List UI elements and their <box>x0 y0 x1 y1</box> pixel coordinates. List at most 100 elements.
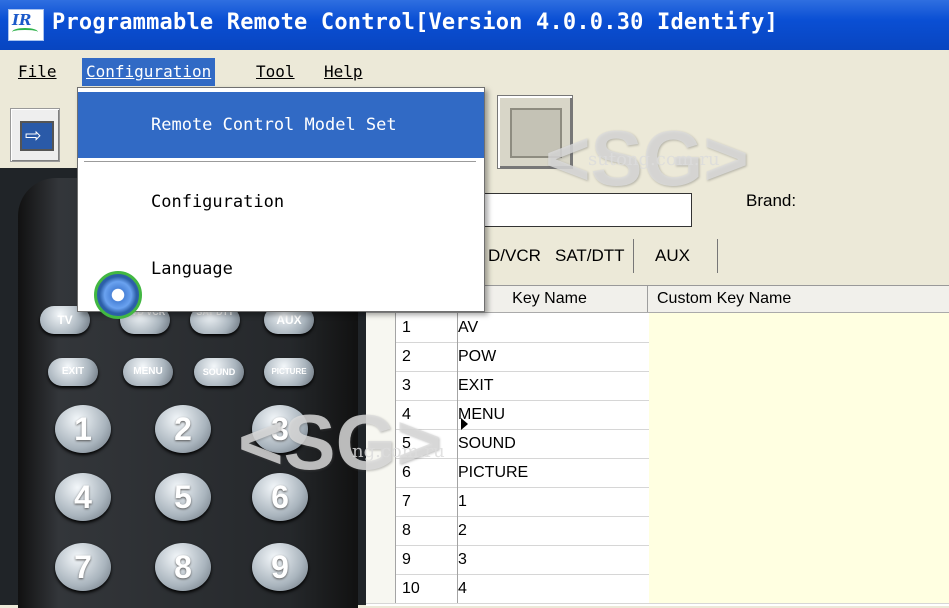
menu-help-label: Help <box>324 62 363 81</box>
key-name-cell: POW <box>452 342 654 371</box>
remote-digit-2-label: 2 <box>174 411 192 447</box>
remote-digit-7: 7 <box>55 543 111 591</box>
row-number: 9 <box>396 545 458 574</box>
custom-key-name-cell[interactable] <box>649 313 949 342</box>
table-row[interactable]: 93 <box>366 545 949 575</box>
table-row[interactable]: 4 MENU <box>366 400 949 430</box>
menu-item-remote-control-model-set[interactable]: Remote Control Model Set <box>78 92 484 158</box>
remote-exit-label: EXIT <box>61 366 85 377</box>
model-input[interactable] <box>470 193 692 227</box>
row-number: 3 <box>396 371 458 400</box>
menu-item-label: Remote Control Model Set <box>151 115 397 135</box>
row-number: 10 <box>396 574 458 603</box>
key-name-cell: AV <box>452 313 654 342</box>
ir-icon-text: IR <box>12 11 32 29</box>
menu-item-language[interactable]: Language <box>78 243 484 430</box>
remote-sound-label: SOUND <box>202 367 236 377</box>
custom-key-name-cell[interactable] <box>649 429 949 458</box>
remote-picture-label: PICTURE <box>271 367 307 376</box>
transfer-icon <box>20 121 54 151</box>
remote-sound-button: SOUND <box>194 358 244 386</box>
watermark-domain: sutong.com.ru <box>588 149 720 170</box>
table-row[interactable]: 2 POW <box>366 342 949 372</box>
remote-digit-1-label: 1 <box>74 411 92 447</box>
table-row[interactable]: 6 PICTURE <box>366 458 949 488</box>
remote-digit-6-label: 6 <box>271 479 289 515</box>
toolbar-square-button[interactable] <box>497 95 573 169</box>
custom-key-name-cell[interactable] <box>649 487 949 516</box>
menu-tool-label: Tool <box>256 62 295 81</box>
tab-sat-dtt-label: SAT/DTT <box>555 246 625 265</box>
remote-digit-5-label: 5 <box>174 479 192 515</box>
toolbar-transfer-button[interactable] <box>10 108 60 162</box>
key-name-cell: PICTURE <box>452 458 654 487</box>
key-table: Key Name Custom Key Name 1 AV 2 POW 3 EXIT … <box>366 285 949 606</box>
row-gutter <box>366 574 396 603</box>
key-name-cell: 1 <box>452 487 654 516</box>
menu-item-configuration[interactable]: Configuration <box>78 176 484 319</box>
custom-key-name-cell[interactable] <box>649 458 949 487</box>
menu-help[interactable]: Help <box>320 58 367 86</box>
custom-key-name-cell[interactable] <box>649 574 949 603</box>
table-row[interactable]: 5 SOUND <box>366 429 949 459</box>
row-gutter <box>366 487 396 516</box>
custom-key-name-cell[interactable] <box>649 400 949 429</box>
row-number: 5 <box>396 429 458 458</box>
table-row[interactable]: 71 <box>366 487 949 517</box>
key-name-cell: 2 <box>452 516 654 545</box>
row-gutter <box>366 458 396 487</box>
custom-key-name-cell[interactable] <box>649 516 949 545</box>
key-name-cell: 4 <box>452 574 654 603</box>
tab-dvd-vcr-label: D/VCR <box>488 246 541 265</box>
table-row[interactable]: 1 AV <box>366 313 949 343</box>
watermark-sg: <SG> <box>545 114 749 202</box>
row-number: 6 <box>396 458 458 487</box>
key-name-cell: EXIT <box>452 371 654 400</box>
remote-digit-2: 2 <box>155 405 211 453</box>
remote-digit-8-label: 8 <box>174 549 192 585</box>
remote-digit-4: 4 <box>55 473 111 521</box>
header-custom-key-name: Custom Key Name <box>649 286 949 312</box>
row-number: 1 <box>396 313 458 342</box>
row-gutter <box>366 371 396 400</box>
row-gutter <box>366 313 396 342</box>
menu-configuration[interactable]: Configuration <box>82 58 216 86</box>
key-name-cell: SOUND <box>452 429 654 458</box>
table-row[interactable]: 10 4 <box>366 574 949 604</box>
row-number: 4 <box>396 400 458 429</box>
remote-menu-button: MENU <box>123 358 173 386</box>
title-bar: IR Programmable Remote Control[Version 4… <box>0 0 949 50</box>
menu-bar: File Configuration Tool Help <box>0 58 949 88</box>
row-number: 7 <box>396 487 458 516</box>
row-gutter <box>366 400 396 429</box>
tab-sat-dtt[interactable]: SAT/DTT <box>547 239 634 273</box>
ir-app-icon: IR <box>8 9 44 41</box>
menu-tool[interactable]: Tool <box>252 58 299 86</box>
table-row[interactable]: 82 <box>366 516 949 546</box>
submenu-arrow-icon <box>461 418 468 430</box>
tab-aux-label: AUX <box>655 246 690 265</box>
menu-separator <box>84 161 476 162</box>
remote-digit-9-label: 9 <box>271 549 289 585</box>
remote-digit-4-label: 4 <box>74 479 92 515</box>
remote-digit-3-label: 3 <box>271 411 289 447</box>
window-title: Programmable Remote Control[Version 4.0.… <box>52 10 779 35</box>
table-row[interactable]: 3 EXIT <box>366 371 949 401</box>
remote-aux-label: AUX <box>276 313 302 327</box>
remote-digit-6: 6 <box>252 473 308 521</box>
remote-digit-5: 5 <box>155 473 211 521</box>
tab-dvd-vcr[interactable]: D/VCR <box>480 239 550 273</box>
row-gutter <box>366 545 396 574</box>
row-number: 2 <box>396 342 458 371</box>
remote-digit-7-label: 7 <box>74 549 92 585</box>
brand-label: Brand: <box>746 191 797 210</box>
custom-key-name-cell[interactable] <box>649 342 949 371</box>
remote-digit-1: 1 <box>55 405 111 453</box>
row-gutter <box>366 342 396 371</box>
custom-key-name-cell[interactable] <box>649 371 949 400</box>
custom-key-name-cell[interactable] <box>649 545 949 574</box>
configuration-dropdown: Remote Control Model Set Configuration L… <box>77 87 485 430</box>
tab-aux[interactable]: AUX <box>647 239 718 273</box>
menu-file[interactable]: File <box>14 58 61 86</box>
menu-item-label: Configuration <box>151 192 285 212</box>
